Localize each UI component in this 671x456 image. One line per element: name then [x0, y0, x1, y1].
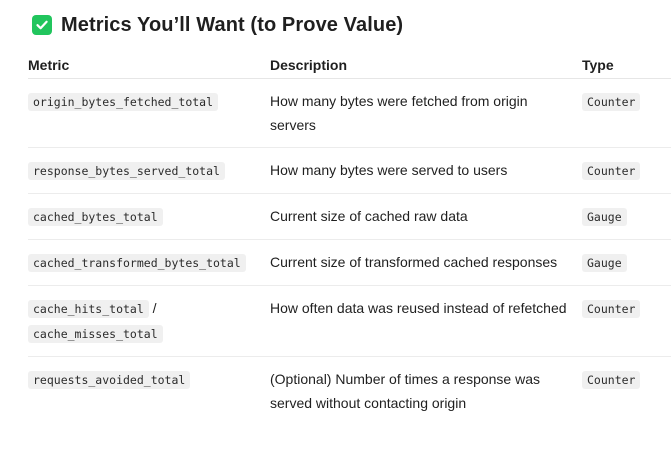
table-row: cached_bytes_total Current size of cache…	[28, 193, 671, 240]
type-badge: Counter	[582, 371, 641, 389]
table-row: origin_bytes_fetched_total How many byte…	[28, 78, 671, 148]
metric-cell: requests_avoided_total	[28, 357, 270, 426]
table-row: cached_transformed_bytes_total Current s…	[28, 239, 671, 286]
metrics-table: Metric Description Type origin_bytes_fet…	[28, 52, 671, 425]
type-badge: Gauge	[582, 208, 627, 226]
type-cell: Gauge	[582, 193, 671, 240]
type-cell: Counter	[582, 78, 671, 148]
table-row: requests_avoided_total (Optional) Number…	[28, 357, 671, 426]
metric-name: requests_avoided_total	[28, 371, 191, 389]
description-cell: (Optional) Number of times a response wa…	[270, 371, 540, 411]
metric-cell: response_bytes_served_total	[28, 147, 270, 194]
metric-separator: /	[148, 300, 157, 316]
metric-cell: cache_hits_total / cache_misses_total	[28, 285, 270, 357]
type-cell: Counter	[582, 285, 671, 357]
description-cell: Current size of transformed cached respo…	[270, 239, 582, 286]
table-row: cache_hits_total / cache_misses_total How…	[28, 285, 671, 357]
metric-cell: cached_bytes_total	[28, 193, 270, 240]
column-header-type: Type	[582, 52, 671, 79]
description-cell: How often data was reused instead of ref…	[270, 285, 582, 357]
table-header-row: Metric Description Type	[28, 52, 671, 79]
metric-name: cache_hits_total	[28, 300, 149, 318]
type-badge: Counter	[582, 300, 641, 318]
metric-name: cache_misses_total	[28, 325, 163, 343]
metric-cell: origin_bytes_fetched_total	[28, 78, 270, 148]
type-badge: Counter	[582, 162, 641, 180]
metric-name: response_bytes_served_total	[28, 162, 225, 180]
section-title: Metrics You’ll Want (to Prove Value)	[61, 13, 404, 36]
description-cell: How many bytes were served to users	[270, 147, 582, 194]
type-cell: Counter	[582, 147, 671, 194]
metric-cell: cached_transformed_bytes_total	[28, 239, 270, 286]
metric-name: origin_bytes_fetched_total	[28, 93, 219, 111]
type-cell: Gauge	[582, 239, 671, 286]
column-header-metric: Metric	[28, 52, 270, 79]
type-badge: Counter	[582, 93, 641, 111]
check-box-icon	[32, 15, 52, 35]
type-cell: Counter	[582, 357, 671, 426]
type-badge: Gauge	[582, 254, 627, 272]
column-header-description: Description	[270, 52, 582, 79]
description-cell: Current size of cached raw data	[270, 193, 582, 240]
section-heading: Metrics You’ll Want (to Prove Value)	[32, 12, 403, 38]
metric-name: cached_bytes_total	[28, 208, 163, 226]
description-cell: How many bytes were fetched from origin …	[270, 78, 582, 148]
table-row: response_bytes_served_total How many byt…	[28, 147, 671, 194]
metric-name: cached_transformed_bytes_total	[28, 254, 246, 272]
